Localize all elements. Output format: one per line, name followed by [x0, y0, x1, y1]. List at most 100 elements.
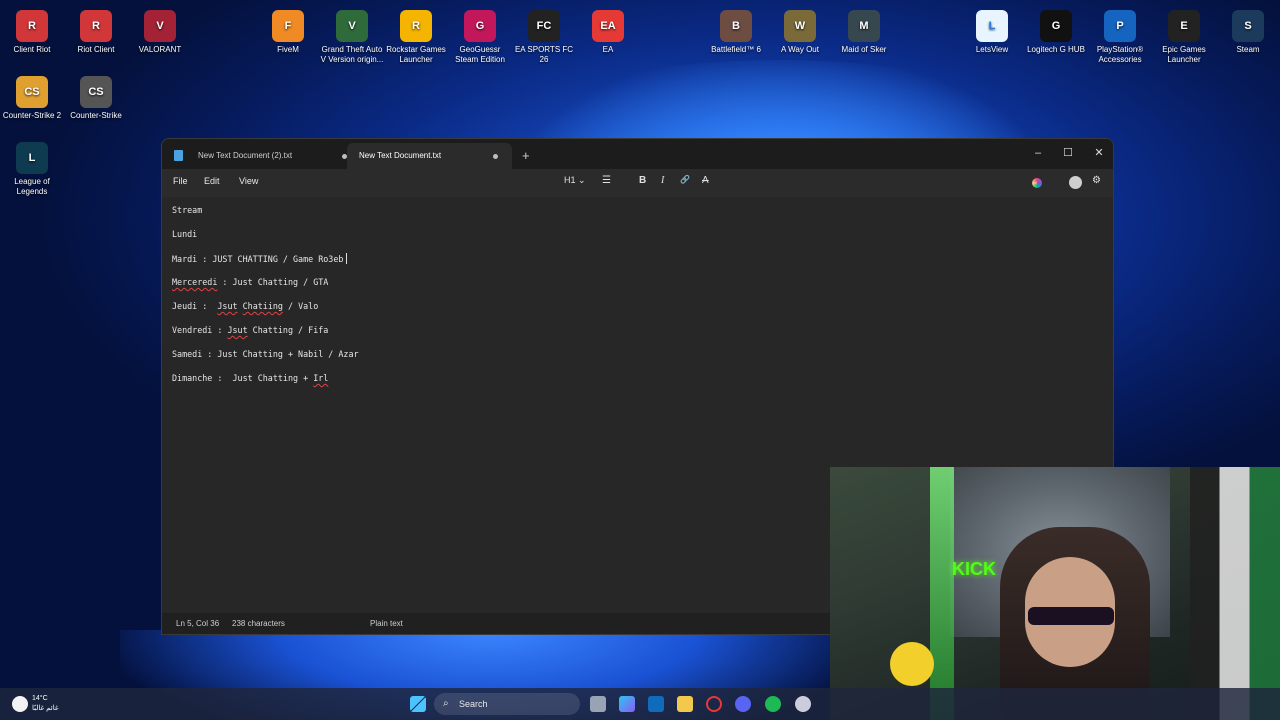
tab-new-text-document[interactable]: New Text Document.txt	[347, 143, 512, 169]
menu-view[interactable]: View	[239, 176, 258, 186]
discord-icon[interactable]	[735, 696, 751, 712]
desktop-icon-label: EA	[602, 45, 614, 54]
desktop-icon-riot-client[interactable]: R Riot Client	[64, 6, 128, 55]
clear-formatting-icon[interactable]: A	[702, 175, 709, 186]
app-icon: L	[976, 10, 1008, 42]
store-icon[interactable]	[648, 696, 664, 712]
desktop-icon-label: VALORANT	[138, 45, 182, 54]
task-view-icon[interactable]	[590, 696, 606, 712]
taskbar-search[interactable]: ⌕ Search	[434, 693, 580, 715]
close-icon[interactable]: ✕	[1087, 143, 1111, 163]
desktop-icon-label: FiveM	[277, 45, 299, 54]
text-line: Stream	[172, 205, 202, 215]
desktop-icon-logitech-g-hub[interactable]: G Logitech G HUB	[1024, 6, 1088, 55]
misspelled-word: Irl	[313, 373, 329, 383]
text-segment: Samedi : Just Chatting + Nabil / Azar	[172, 349, 359, 359]
text-segment: Stream	[172, 205, 203, 215]
webcam-neon-light	[930, 467, 954, 720]
desktop-icon-client-riot[interactable]: R Client Riot	[0, 6, 64, 55]
desktop-icon-epic-games-launcher[interactable]: E Epic Games Launcher	[1152, 6, 1216, 65]
maximize-icon[interactable]: ☐	[1056, 143, 1080, 163]
desktop-icon-label: League of Legends	[14, 177, 50, 196]
desktop-icon-league-of-legends[interactable]: L League of Legends	[0, 138, 64, 197]
text-segment: Vendredi :	[172, 325, 228, 335]
webcam-overlay: KICK	[830, 467, 1280, 720]
app-icon: L	[16, 142, 48, 174]
desktop-icon-letsview[interactable]: L LetsView	[960, 6, 1024, 55]
heading-dropdown[interactable]: H1 ⌄	[564, 175, 586, 186]
desktop-icon-valorant[interactable]: V VALORANT	[128, 6, 192, 55]
text-line: Jeudi : Jsut Chatiing / Valo	[172, 301, 318, 311]
misspelled-word: Jsut	[217, 301, 238, 311]
file-format[interactable]: Plain text	[370, 613, 403, 634]
desktop-icon-label: Riot Client	[77, 45, 115, 54]
copilot-taskbar-icon[interactable]	[619, 696, 635, 712]
settings-taskbar-icon[interactable]	[795, 696, 811, 712]
text-segment: / Valo	[282, 301, 319, 311]
desktop-icon-ea[interactable]: EA EA	[576, 6, 640, 55]
weather-cloud-icon[interactable]	[12, 696, 28, 712]
tab-new-text-document-2[interactable]: New Text Document (2).txt	[162, 143, 347, 169]
misspelled-word: Chatiing	[242, 301, 283, 311]
app-icon: W	[784, 10, 816, 42]
desktop-icon-label: A Way Out	[781, 45, 819, 54]
desktop-icon-battlefield-6[interactable]: B Battlefield™ 6	[704, 6, 768, 55]
misspelled-word: Merceredi	[172, 277, 218, 287]
start-icon[interactable]	[410, 696, 426, 712]
app-icon: R	[80, 10, 112, 42]
text-line: Vendredi : Jsut Chatting / Fifa	[172, 325, 328, 335]
desktop-icon-grand-theft-auto-v-version-origin[interactable]: V Grand Theft Auto V Version origin...	[320, 6, 384, 65]
menu-edit[interactable]: Edit	[204, 176, 220, 186]
text-segment: Jeudi :	[172, 301, 218, 311]
desktop-icon-label: Client Riot	[13, 45, 51, 54]
title-bar[interactable]: New Text Document (2).txt New Text Docum…	[162, 139, 1113, 169]
account-icon[interactable]	[1069, 176, 1082, 189]
italic-icon[interactable]: I	[661, 175, 664, 186]
app-icon: CS	[16, 76, 48, 108]
app-icon: G	[1040, 10, 1072, 42]
desktop-icon-rockstar-games-launcher[interactable]: R Rockstar Games Launcher	[384, 6, 448, 65]
desktop-icon-steam[interactable]: S Steam	[1216, 6, 1280, 55]
opera-icon[interactable]	[706, 696, 722, 712]
app-icon: FC	[528, 10, 560, 42]
desktop-icon-a-way-out[interactable]: W A Way Out	[768, 6, 832, 55]
weather-widget[interactable]: 14°C غائم غالبًا	[32, 694, 59, 714]
desktop-icon-geoguessr-steam-edition[interactable]: G GeoGuessr Steam Edition	[448, 6, 512, 65]
app-icon: G	[464, 10, 496, 42]
minimize-icon[interactable]: –	[1026, 143, 1050, 163]
new-tab-icon[interactable]: +	[522, 148, 530, 163]
search-icon: ⌕	[443, 698, 449, 709]
bold-icon[interactable]: B	[639, 175, 646, 186]
copilot-icon[interactable]	[1032, 178, 1042, 188]
app-icon: B	[720, 10, 752, 42]
streamer-glasses	[1028, 607, 1114, 625]
desktop-icon-ea-sports-fc-26[interactable]: FC EA SPORTS FC 26	[512, 6, 576, 65]
app-icon: EA	[592, 10, 624, 42]
desktop-icon-fivem[interactable]: F FiveM	[256, 6, 320, 55]
menu-file[interactable]: File	[173, 176, 188, 186]
list-icon[interactable]: ☰	[602, 175, 611, 186]
desktop-icon-counter-strike[interactable]: CS Counter-Strike	[64, 72, 128, 121]
text-line: Dimanche : Just Chatting + Irl	[172, 373, 328, 383]
desktop-icon-playstation-accessories[interactable]: P PlayStation® Accessories	[1088, 6, 1152, 65]
spotify-icon[interactable]	[765, 696, 781, 712]
text-segment: Dimanche : Just Chatting +	[172, 373, 314, 383]
link-icon[interactable]: 🔗	[680, 175, 690, 184]
file-explorer-icon[interactable]	[677, 696, 693, 712]
misspelled-word: Jsut	[227, 325, 248, 335]
text-segment: : Just Chatting / GTA	[217, 277, 329, 287]
desktop-icon-label: EA SPORTS FC 26	[514, 45, 574, 64]
desktop-icon-counter-strike-2[interactable]: CS Counter-Strike 2	[0, 72, 64, 121]
app-icon: R	[400, 10, 432, 42]
desktop-icon-maid-of-sker[interactable]: M Maid of Sker	[832, 6, 896, 55]
app-icon: E	[1168, 10, 1200, 42]
kick-sign: KICK	[952, 559, 996, 579]
text-line: Merceredi : Just Chatting / GTA	[172, 277, 328, 287]
text-line: Samedi : Just Chatting + Nabil / Azar	[172, 349, 359, 359]
weather-description: غائم غالبًا	[32, 705, 59, 712]
app-icon: S	[1232, 10, 1264, 42]
desktop-icon-label: LetsView	[975, 45, 1009, 54]
text-line: Mardi : JUST CHATTING / Game Ro3eb	[172, 253, 348, 264]
webcam-flag	[1190, 467, 1280, 720]
settings-icon[interactable]: ⚙	[1092, 175, 1101, 186]
